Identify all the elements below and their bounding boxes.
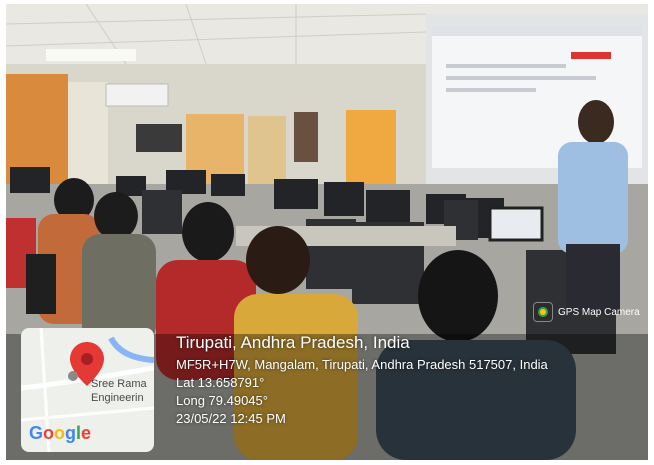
location-map-thumbnail: Sree Rama Engineerin Google xyxy=(21,328,154,452)
place-marker-icon xyxy=(68,371,78,381)
google-logo: Google xyxy=(29,423,92,443)
photo-frame: GPS Map Camera Sree Rama Engineerin Goog… xyxy=(0,0,654,465)
ceiling-light xyxy=(46,49,136,61)
window-left xyxy=(68,82,108,194)
address-line: MF5R+H7W, Mangalam, Tirupati, Andhra Pra… xyxy=(176,357,548,372)
app-badge-label: GPS Map Camera xyxy=(558,306,640,318)
window-curtain-3 xyxy=(248,116,286,184)
longitude: Long 79.49045° xyxy=(176,393,268,408)
wall-panel xyxy=(136,124,182,152)
latitude: Lat 13.658791° xyxy=(176,375,265,390)
map-place-label-1: Sree Rama xyxy=(91,378,147,390)
air-conditioner xyxy=(105,83,169,107)
place-title: Tirupati, Andhra Pradesh, India xyxy=(176,333,410,352)
door xyxy=(294,112,318,162)
timestamp: 23/05/22 12:45 PM xyxy=(176,411,286,426)
window-curtain-4 xyxy=(346,110,396,184)
camera-app-icon xyxy=(533,302,553,322)
laptop xyxy=(488,206,544,242)
location-info: Tirupati, Andhra Pradesh, India MF5R+H7W… xyxy=(176,333,548,429)
map-place-label-2: Engineerin xyxy=(91,392,144,404)
chair-black xyxy=(26,254,56,314)
app-badge: GPS Map Camera xyxy=(533,302,640,322)
